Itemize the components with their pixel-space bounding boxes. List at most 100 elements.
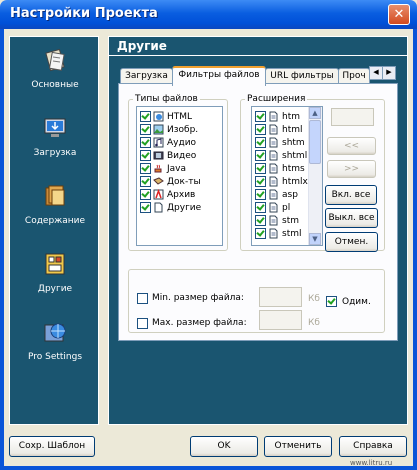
- tab-download[interactable]: Загрузка: [120, 68, 173, 84]
- tab-scroll-left-button[interactable]: ◀: [369, 66, 383, 80]
- image-icon: [153, 124, 164, 135]
- extensions-legend: Расширения: [247, 94, 306, 104]
- video-icon: [153, 151, 164, 160]
- same-unit-option[interactable]: Одим.: [326, 295, 371, 308]
- tab-scroll-right-button[interactable]: ▶: [382, 66, 396, 80]
- sidebar-item-general[interactable]: Основные: [10, 47, 100, 90]
- documents-checkbox[interactable]: [140, 176, 151, 187]
- html-checkbox[interactable]: [140, 111, 151, 122]
- list-item[interactable]: Java: [140, 162, 186, 175]
- scroll-up-arrow-icon[interactable]: ▲: [309, 107, 321, 119]
- list-item-label: html: [282, 124, 303, 135]
- list-item-label: Java: [167, 163, 187, 174]
- content-files-icon: [45, 185, 65, 206]
- window-title: Настройки Проекта: [10, 6, 158, 21]
- list-item[interactable]: Док-ты: [140, 175, 201, 188]
- list-item[interactable]: shtml: [255, 149, 307, 162]
- extension-checkbox[interactable]: [255, 176, 266, 187]
- scroll-down-arrow-icon[interactable]: ▼: [309, 233, 321, 245]
- list-item-label: asp: [282, 189, 298, 200]
- video-checkbox[interactable]: [140, 150, 151, 161]
- list-item[interactable]: Другие: [140, 201, 201, 214]
- audio-icon: [153, 137, 164, 148]
- max-size-input[interactable]: [259, 310, 302, 330]
- sidebar-item-label: Содержание: [24, 216, 86, 226]
- extension-checkbox[interactable]: [255, 189, 266, 200]
- cancel-extensions-button[interactable]: Отмен.: [325, 232, 378, 252]
- sidebar-item-download[interactable]: Загрузка: [10, 115, 100, 158]
- watermark: www.litru.ru: [350, 459, 393, 467]
- tab-file-filters[interactable]: Фильтры файлов: [172, 66, 266, 86]
- audio-checkbox[interactable]: [140, 137, 151, 148]
- remove-extension-button[interactable]: >>: [327, 160, 376, 178]
- add-extension-button[interactable]: <<: [327, 137, 376, 155]
- list-item-label: htms: [282, 163, 305, 174]
- extension-checkbox[interactable]: [255, 111, 266, 122]
- cancel-button[interactable]: Отменить: [264, 436, 332, 457]
- max-size-checkbox[interactable]: [137, 318, 148, 329]
- list-item[interactable]: Аудио: [140, 136, 196, 149]
- file-icon: [269, 189, 278, 200]
- scrollbar-thumb[interactable]: [309, 120, 321, 164]
- extension-checkbox[interactable]: [255, 124, 266, 135]
- list-item[interactable]: htmlx: [255, 175, 308, 188]
- ok-button[interactable]: OK: [190, 436, 258, 457]
- list-item[interactable]: htms: [255, 162, 305, 175]
- download-icon: [44, 118, 66, 137]
- other-settings-icon: [45, 253, 65, 275]
- list-item[interactable]: htm: [255, 110, 300, 123]
- list-item[interactable]: asp: [255, 188, 298, 201]
- other-files-checkbox[interactable]: [140, 202, 151, 213]
- min-size-input[interactable]: [259, 287, 302, 307]
- extension-checkbox[interactable]: [255, 202, 266, 213]
- list-item-label: shtm: [282, 137, 305, 148]
- extension-checkbox[interactable]: [255, 215, 266, 226]
- list-item-label: Другие: [167, 202, 202, 213]
- list-item-label: Видео: [167, 150, 197, 161]
- list-item[interactable]: shtm: [255, 136, 305, 149]
- list-item[interactable]: Видео: [140, 149, 196, 162]
- list-item-label: HTML: [167, 111, 193, 122]
- tab-other[interactable]: Проч: [338, 68, 370, 84]
- help-button[interactable]: Справка: [339, 436, 407, 457]
- html-page-icon: [153, 111, 164, 122]
- sidebar-item-content[interactable]: Содержание: [10, 183, 100, 226]
- same-unit-checkbox[interactable]: [326, 296, 337, 307]
- list-item[interactable]: stm: [255, 214, 299, 227]
- tab-url-filters[interactable]: URL фильтры: [265, 68, 339, 84]
- file-filters-panel: Типы файлов HTML Изобр. Аудио Видео Java: [118, 83, 398, 341]
- enable-all-button[interactable]: Вкл. все: [325, 185, 377, 205]
- other-files-icon: [154, 202, 163, 213]
- list-item-label: Архив: [167, 189, 196, 200]
- image-checkbox[interactable]: [140, 124, 151, 135]
- sidebar-item-other[interactable]: Другие: [10, 251, 100, 294]
- extension-checkbox[interactable]: [255, 150, 266, 161]
- extension-checkbox[interactable]: [255, 228, 266, 239]
- sidebar-item-label: Загрузка: [33, 148, 77, 158]
- file-icon: [269, 150, 278, 161]
- extensions-list: htm html shtm shtml htms htmlx asp pl st…: [251, 106, 323, 246]
- list-item-label: stm: [282, 215, 299, 226]
- sidebar-item-pro-settings[interactable]: Pro Settings: [10, 319, 100, 362]
- list-item[interactable]: HTML: [140, 110, 192, 123]
- extensions-scrollbar[interactable]: ▲ ▼: [308, 107, 322, 245]
- archive-checkbox[interactable]: [140, 189, 151, 200]
- extension-checkbox[interactable]: [255, 163, 266, 174]
- list-item-label: Док-ты: [167, 176, 201, 187]
- file-icon: [269, 228, 278, 239]
- list-item[interactable]: stml: [255, 227, 302, 240]
- extension-checkbox[interactable]: [255, 137, 266, 148]
- list-item[interactable]: Архив: [140, 188, 195, 201]
- java-checkbox[interactable]: [140, 163, 151, 174]
- min-size-checkbox[interactable]: [137, 293, 148, 304]
- extension-input[interactable]: [331, 108, 374, 126]
- file-icon: [269, 215, 278, 226]
- file-icon: [269, 124, 278, 135]
- close-button[interactable]: ✕: [388, 4, 410, 25]
- save-template-button[interactable]: Сохр. Шаблон: [9, 436, 95, 457]
- list-item[interactable]: html: [255, 123, 303, 136]
- list-item[interactable]: Изобр.: [140, 123, 198, 136]
- list-item[interactable]: pl: [255, 201, 290, 214]
- sidebar-item-label: Основные: [31, 80, 79, 90]
- disable-all-button[interactable]: Выкл. все: [325, 208, 378, 228]
